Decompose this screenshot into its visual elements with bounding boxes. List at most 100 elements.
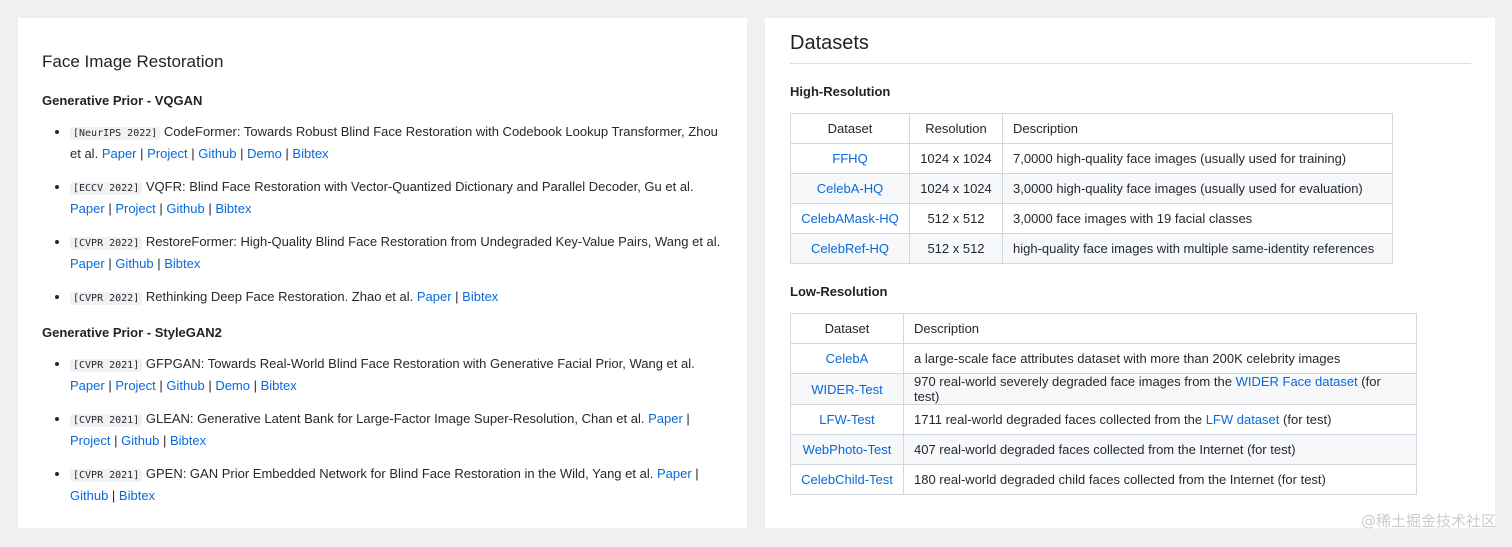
- separator: |: [204, 378, 216, 393]
- description-cell: a large-scale face attributes dataset wi…: [903, 343, 1417, 374]
- paper-link[interactable]: Paper: [70, 201, 105, 216]
- description-cell: 3,0000 high-quality face images (usually…: [1002, 173, 1393, 204]
- project-link[interactable]: Project: [147, 146, 187, 161]
- description-cell: 7,0000 high-quality face images (usually…: [1002, 143, 1393, 174]
- table-row: CelebAMask-HQ 512 x 512 3,0000 face images…: [790, 203, 1393, 234]
- bibtex-link[interactable]: Bibtex: [170, 433, 206, 448]
- dataset-cell: CelebChild-Test: [790, 464, 904, 495]
- venue-badge: [CVPR 2022]: [70, 292, 143, 305]
- description-text: a large-scale face attributes dataset wi…: [914, 351, 1341, 366]
- separator: |: [250, 378, 261, 393]
- paper-item: [ECCV 2022] VQFR: Blind Face Restoration…: [70, 177, 723, 219]
- group-heading: Generative Prior - VQGAN: [42, 93, 203, 108]
- dataset-cell: CelebAMask-HQ: [790, 203, 910, 234]
- description-text: 1711 real-world degraded faces collected…: [914, 412, 1206, 427]
- col-dataset: Dataset: [790, 113, 910, 144]
- paper-item: [CVPR 2022] Rethinking Deep Face Restora…: [70, 287, 723, 309]
- dataset-link[interactable]: CelebA: [826, 351, 869, 366]
- datasets-panel: Datasets High-Resolution Dataset Resolut…: [765, 18, 1495, 528]
- separator: |: [155, 201, 167, 216]
- project-link[interactable]: Project: [115, 201, 155, 216]
- datasets-title: Datasets: [790, 32, 1471, 64]
- paper-item: [CVPR 2021] GPEN: GAN Prior Embedded Net…: [70, 464, 723, 506]
- venue-badge: [CVPR 2022]: [70, 237, 143, 250]
- table-row: CelebA-HQ 1024 x 1024 3,0000 high-quality …: [790, 173, 1393, 204]
- paper-title: RestoreFormer: High-Quality Blind Face R…: [145, 234, 721, 249]
- dataset-link[interactable]: WebPhoto-Test: [803, 442, 892, 457]
- dataset-link[interactable]: LFW-Test: [819, 412, 874, 427]
- paper-groups: Generative Prior - VQGAN [NeurIPS 2022] C…: [42, 93, 723, 506]
- separator: |: [136, 146, 148, 161]
- description-text: 407 real-world degraded faces collected …: [914, 442, 1296, 457]
- paper-item: [CVPR 2021] GFPGAN: Towards Real-World B…: [70, 354, 723, 396]
- venue-badge: [ECCV 2022]: [70, 182, 143, 195]
- github-link[interactable]: Github: [70, 488, 108, 503]
- dataset-source-link[interactable]: WIDER Face dataset: [1236, 374, 1358, 389]
- paper-link[interactable]: Paper: [70, 256, 105, 271]
- dataset-link[interactable]: FFHQ: [832, 151, 867, 166]
- paper-link[interactable]: Paper: [657, 466, 692, 481]
- demo-link[interactable]: Demo: [215, 378, 250, 393]
- paper-title: Rethinking Deep Face Restoration. Zhao e…: [145, 289, 414, 304]
- github-link[interactable]: Github: [166, 378, 204, 393]
- separator: |: [155, 378, 167, 393]
- description-cell: 407 real-world degraded faces collected …: [903, 434, 1417, 465]
- table-row: CelebA a large-scale face attributes data…: [790, 343, 1417, 374]
- bibtex-link[interactable]: Bibtex: [261, 378, 297, 393]
- dataset-link[interactable]: CelebRef-HQ: [811, 241, 889, 256]
- venue-badge: [CVPR 2021]: [70, 469, 143, 482]
- face-restoration-panel: Face Image Restoration Generative Prior …: [18, 18, 747, 528]
- bibtex-link[interactable]: Bibtex: [462, 289, 498, 304]
- paper-item: [NeurIPS 2022] CodeFormer: Towards Robus…: [70, 122, 723, 164]
- high-resolution-heading: High-Resolution: [790, 84, 891, 99]
- project-link[interactable]: Project: [70, 433, 110, 448]
- paper-link[interactable]: Paper: [102, 146, 137, 161]
- project-link[interactable]: Project: [115, 378, 155, 393]
- paper-link[interactable]: Paper: [417, 289, 452, 304]
- separator: |: [451, 289, 463, 304]
- dataset-cell: CelebRef-HQ: [790, 233, 910, 264]
- github-link[interactable]: Github: [166, 201, 204, 216]
- github-link[interactable]: Github: [198, 146, 236, 161]
- separator: |: [236, 146, 248, 161]
- dataset-source-link[interactable]: LFW dataset: [1206, 412, 1280, 427]
- separator: |: [153, 256, 165, 271]
- table-row: CelebChild-Test 180 real-world degraded c…: [790, 464, 1417, 495]
- table-row: WebPhoto-Test 407 real-world degraded fac…: [790, 434, 1417, 465]
- group-heading: Generative Prior - StyleGAN2: [42, 325, 222, 340]
- demo-link[interactable]: Demo: [247, 146, 282, 161]
- section-title: Face Image Restoration: [42, 52, 224, 71]
- separator: |: [110, 433, 122, 448]
- venue-badge: [NeurIPS 2022]: [70, 127, 161, 140]
- separator: |: [104, 378, 116, 393]
- dataset-link[interactable]: CelebChild-Test: [801, 472, 893, 487]
- high-resolution-table: Dataset Resolution Description FFHQ 1024 …: [790, 113, 1393, 264]
- bibtex-link[interactable]: Bibtex: [164, 256, 200, 271]
- description-cell: 1711 real-world degraded faces collected…: [903, 404, 1417, 435]
- paper-title: VQFR: Blind Face Restoration with Vector…: [145, 179, 694, 194]
- separator: |: [682, 411, 690, 426]
- bibtex-link[interactable]: Bibtex: [119, 488, 155, 503]
- dataset-link[interactable]: CelebA-HQ: [817, 181, 883, 196]
- watermark: @稀土掘金技术社区: [1360, 512, 1496, 530]
- resolution-cell: 512 x 512: [909, 203, 1003, 234]
- paper-link[interactable]: Paper: [70, 378, 105, 393]
- separator: |: [108, 488, 119, 503]
- separator: |: [691, 466, 699, 481]
- paper-link[interactable]: Paper: [648, 411, 683, 426]
- paper-title: GLEAN: Generative Latent Bank for Large-…: [145, 411, 645, 426]
- table-row: FFHQ 1024 x 1024 7,0000 high-quality face …: [790, 143, 1393, 174]
- dataset-link[interactable]: WIDER-Test: [811, 382, 883, 397]
- venue-badge: [CVPR 2021]: [70, 414, 143, 427]
- table-row: CelebRef-HQ 512 x 512 high-quality face im…: [790, 233, 1393, 264]
- bibtex-link[interactable]: Bibtex: [292, 146, 328, 161]
- bibtex-link[interactable]: Bibtex: [215, 201, 251, 216]
- dataset-cell: CelebA: [790, 343, 904, 374]
- dataset-link[interactable]: CelebAMask-HQ: [801, 211, 899, 226]
- separator: |: [159, 433, 170, 448]
- github-link[interactable]: Github: [121, 433, 159, 448]
- github-link[interactable]: Github: [115, 256, 153, 271]
- paper-title: GPEN: GAN Prior Embedded Network for Bli…: [145, 466, 654, 481]
- paper-title: GFPGAN: Towards Real-World Blind Face Re…: [145, 356, 695, 371]
- description-cell: high-quality face images with multiple s…: [1002, 233, 1393, 264]
